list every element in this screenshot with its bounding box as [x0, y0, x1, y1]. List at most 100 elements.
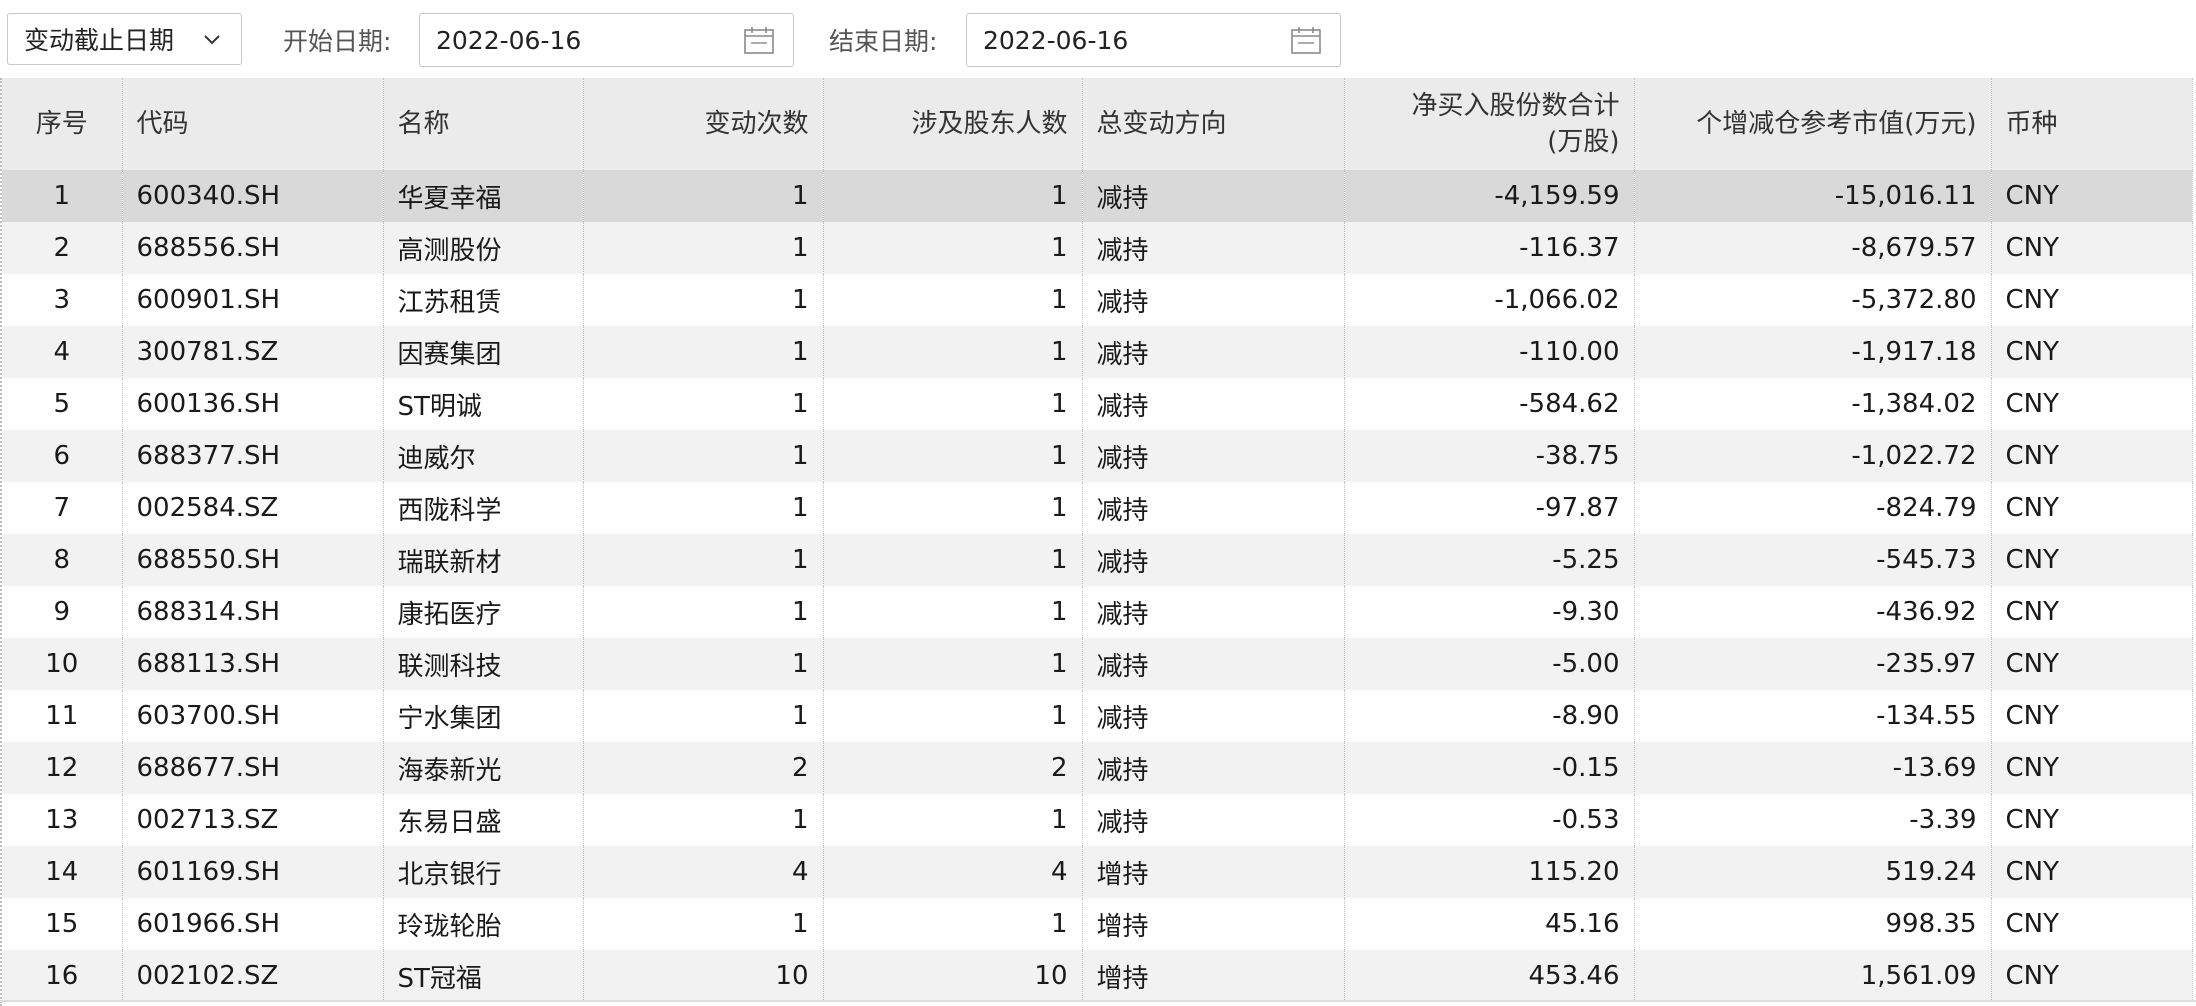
- column-header-holder-count[interactable]: 涉及股东人数: [823, 78, 1083, 170]
- cell-name: ST冠福: [383, 950, 584, 1002]
- column-header-change-count[interactable]: 变动次数: [583, 78, 824, 170]
- cell-change-count: 10: [583, 950, 824, 1002]
- cell-direction: 减持: [1082, 430, 1345, 482]
- table-row[interactable]: 7 002584.SZ 西陇科学 1 1 减持 -97.87 -824.79 CNY: [2, 482, 2193, 534]
- cell-market-value: -1,022.72: [1634, 430, 1992, 482]
- cell-change-count: 1: [583, 794, 824, 846]
- cell-code: 002584.SZ: [122, 482, 384, 534]
- table-row[interactable]: 4 300781.SZ 因赛集团 1 1 减持 -110.00 -1,917.18 CNY: [2, 326, 2193, 378]
- cell-currency: CNY: [1991, 638, 2193, 690]
- cell-name: 瑞联新材: [383, 534, 584, 586]
- end-date-field[interactable]: 2022-06-16: [966, 13, 1341, 67]
- cell-index: 1: [2, 170, 123, 222]
- cell-market-value: -15,016.11: [1634, 170, 1992, 222]
- table-row[interactable]: 8 688550.SH 瑞联新材 1 1 减持 -5.25 -545.73 CNY: [2, 534, 2193, 586]
- cell-direction: 减持: [1082, 690, 1345, 742]
- table-row[interactable]: 2 688556.SH 高测股份 1 1 减持 -116.37 -8,679.57 CNY: [2, 222, 2193, 274]
- cell-index: 8: [2, 534, 123, 586]
- data-table-container[interactable]: 序号 代码 名称 变动次数 涉及股东人数 总变动方向 净买入股份数合计 (万股)…: [0, 78, 2196, 1006]
- column-header-direction[interactable]: 总变动方向: [1082, 78, 1345, 170]
- cell-market-value: -545.73: [1634, 534, 1992, 586]
- cell-net-shares: -0.53: [1344, 794, 1635, 846]
- column-header-code[interactable]: 代码: [122, 78, 384, 170]
- table-row[interactable]: 12 688677.SH 海泰新光 2 2 减持 -0.15 -13.69 CNY: [2, 742, 2193, 794]
- table-row[interactable]: 14 601169.SH 北京银行 4 4 增持 115.20 519.24 CNY: [2, 846, 2193, 898]
- cell-code: 002713.SZ: [122, 794, 384, 846]
- cell-holder-count: 1: [823, 430, 1083, 482]
- cell-net-shares: 453.46: [1344, 950, 1635, 1002]
- start-date-field[interactable]: 2022-06-16: [419, 13, 794, 67]
- cell-holder-count: 4: [823, 846, 1083, 898]
- cell-index: 13: [2, 794, 123, 846]
- column-header-index[interactable]: 序号: [2, 78, 123, 170]
- cell-direction: 减持: [1082, 794, 1345, 846]
- cell-currency: CNY: [1991, 950, 2193, 1002]
- cell-holder-count: 1: [823, 794, 1083, 846]
- cell-net-shares: -38.75: [1344, 430, 1635, 482]
- cell-holder-count: 10: [823, 950, 1083, 1002]
- cell-direction: 减持: [1082, 638, 1345, 690]
- table-row[interactable]: 13 002713.SZ 东易日盛 1 1 减持 -0.53 -3.39 CNY: [2, 794, 2193, 846]
- cell-holder-count: 1: [823, 222, 1083, 274]
- table-row[interactable]: 5 600136.SH ST明诚 1 1 减持 -584.62 -1,384.02 CNY: [2, 378, 2193, 430]
- table-row[interactable]: 9 688314.SH 康拓医疗 1 1 减持 -9.30 -436.92 CNY: [2, 586, 2193, 638]
- cell-direction: 减持: [1082, 378, 1345, 430]
- cell-holder-count: 1: [823, 482, 1083, 534]
- table-row[interactable]: 3 600901.SH 江苏租赁 1 1 减持 -1,066.02 -5,372.80 CNY: [2, 274, 2193, 326]
- column-header-net-shares[interactable]: 净买入股份数合计 (万股): [1344, 78, 1635, 170]
- table-row[interactable]: 16 002102.SZ ST冠福 10 10 增持 453.46 1,561.09 CNY: [2, 950, 2193, 1002]
- cell-holder-count: 1: [823, 898, 1083, 950]
- cell-market-value: -134.55: [1634, 690, 1992, 742]
- table-row[interactable]: 11 603700.SH 宁水集团 1 1 减持 -8.90 -134.55 CNY: [2, 690, 2193, 742]
- cell-index: 2: [2, 222, 123, 274]
- column-header-name[interactable]: 名称: [383, 78, 584, 170]
- table-row[interactable]: 6 688377.SH 迪威尔 1 1 减持 -38.75 -1,022.72 CNY: [2, 430, 2193, 482]
- cell-market-value: -1,384.02: [1634, 378, 1992, 430]
- cell-change-count: 1: [583, 898, 824, 950]
- cell-currency: CNY: [1991, 742, 2193, 794]
- cell-market-value: -8,679.57: [1634, 222, 1992, 274]
- cell-name: 因赛集团: [383, 326, 584, 378]
- cell-holder-count: 1: [823, 378, 1083, 430]
- column-header-currency[interactable]: 币种: [1991, 78, 2193, 170]
- period-type-select[interactable]: 变动截止日期: [7, 13, 242, 65]
- cell-index: 16: [2, 950, 123, 1002]
- cell-currency: CNY: [1991, 326, 2193, 378]
- cell-change-count: 4: [583, 846, 824, 898]
- cell-direction: 增持: [1082, 846, 1345, 898]
- table-row[interactable]: 1 600340.SH 华夏幸福 1 1 减持 -4,159.59 -15,016.11 CNY: [2, 170, 2193, 222]
- cell-index: 9: [2, 586, 123, 638]
- cell-index: 4: [2, 326, 123, 378]
- cell-index: 11: [2, 690, 123, 742]
- cell-code: 300781.SZ: [122, 326, 384, 378]
- cell-change-count: 1: [583, 534, 824, 586]
- cell-change-count: 1: [583, 638, 824, 690]
- cell-market-value: -3.39: [1634, 794, 1992, 846]
- table-row[interactable]: 10 688113.SH 联测科技 1 1 减持 -5.00 -235.97 CNY: [2, 638, 2193, 690]
- cell-index: 6: [2, 430, 123, 482]
- cell-name: 华夏幸福: [383, 170, 584, 222]
- cell-market-value: -824.79: [1634, 482, 1992, 534]
- cell-currency: CNY: [1991, 222, 2193, 274]
- cell-direction: 减持: [1082, 534, 1345, 586]
- filter-toolbar: 变动截止日期 开始日期: 2022-06-16 结束日期: 2022-06-16: [0, 0, 2196, 78]
- cell-code: 688314.SH: [122, 586, 384, 638]
- calendar-icon[interactable]: [743, 25, 775, 55]
- cell-index: 15: [2, 898, 123, 950]
- calendar-icon[interactable]: [1290, 25, 1322, 55]
- cell-change-count: 1: [583, 326, 824, 378]
- cell-change-count: 1: [583, 222, 824, 274]
- cell-net-shares: -0.15: [1344, 742, 1635, 794]
- cell-change-count: 1: [583, 170, 824, 222]
- cell-currency: CNY: [1991, 430, 2193, 482]
- chevron-down-icon: [204, 35, 220, 45]
- cell-currency: CNY: [1991, 534, 2193, 586]
- column-header-market-value[interactable]: 个增减仓参考市值(万元): [1634, 78, 1992, 170]
- cell-name: 迪威尔: [383, 430, 584, 482]
- period-type-select-label: 变动截止日期: [24, 26, 175, 55]
- cell-currency: CNY: [1991, 846, 2193, 898]
- cell-market-value: -13.69: [1634, 742, 1992, 794]
- cell-name: 康拓医疗: [383, 586, 584, 638]
- cell-market-value: -5,372.80: [1634, 274, 1992, 326]
- table-row[interactable]: 15 601966.SH 玲珑轮胎 1 1 增持 45.16 998.35 CNY: [2, 898, 2193, 950]
